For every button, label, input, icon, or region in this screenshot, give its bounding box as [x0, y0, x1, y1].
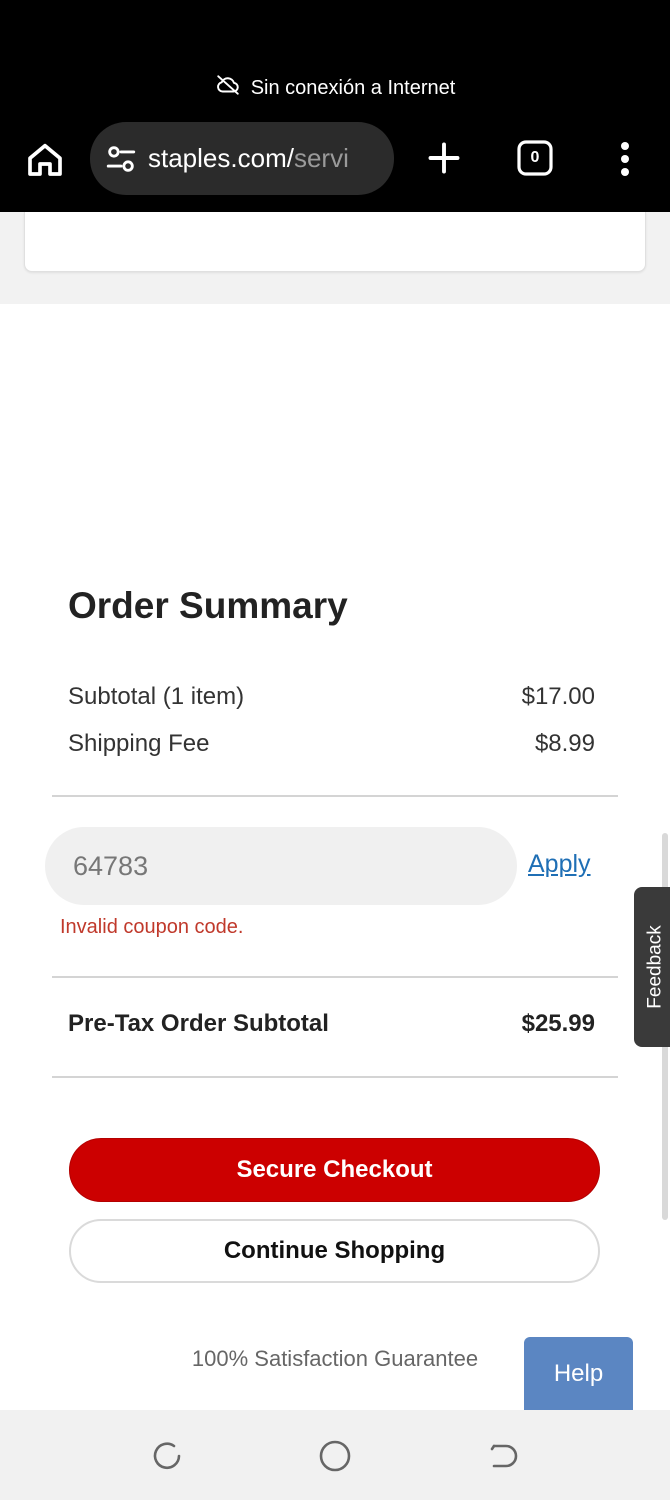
- pretax-label: Pre-Tax Order Subtotal: [68, 1010, 329, 1037]
- shipping-value: $8.99: [534, 730, 595, 757]
- tab-count: 0: [530, 149, 540, 166]
- shipping-row: Shipping Fee $8.99: [68, 730, 595, 758]
- system-back-button[interactable]: [484, 1438, 520, 1474]
- pretax-subtotal-row: Pre-Tax Order Subtotal $25.99: [68, 1010, 595, 1038]
- new-tab-button[interactable]: [424, 138, 464, 178]
- divider: [52, 795, 618, 797]
- back-icon: [490, 1444, 518, 1468]
- tab-switcher-button[interactable]: 0: [516, 139, 554, 177]
- cloud-off-icon: [215, 72, 241, 104]
- more-vert-icon: [621, 142, 629, 176]
- browser-menu-button[interactable]: [608, 136, 642, 182]
- offline-text: Sin conexión a Internet: [250, 76, 456, 99]
- divider: [52, 976, 618, 978]
- subtotal-label: Subtotal (1 item): [68, 683, 245, 710]
- secure-checkout-button[interactable]: Secure Checkout: [69, 1138, 600, 1202]
- site-settings-icon[interactable]: [104, 142, 138, 176]
- address-bar[interactable]: staples.com/servi: [90, 122, 394, 195]
- browser-toolbar: Sin conexión a Internet staples.com/serv…: [0, 0, 670, 212]
- feedback-label: Feedback: [645, 925, 667, 1009]
- divider: [52, 1076, 618, 1078]
- content-card: [24, 212, 646, 272]
- shipping-label: Shipping Fee: [68, 730, 210, 757]
- url-text[interactable]: staples.com/servi: [148, 143, 349, 174]
- apply-coupon-link[interactable]: Apply: [528, 850, 591, 879]
- coupon-error-message: Invalid coupon code.: [60, 916, 244, 938]
- offline-banner: Sin conexión a Internet: [0, 72, 670, 104]
- plus-icon: [428, 142, 460, 174]
- recent-apps-button[interactable]: [150, 1438, 186, 1474]
- home-button[interactable]: [22, 136, 68, 182]
- pretax-value: $25.99: [521, 1010, 595, 1037]
- home-icon: [28, 143, 62, 176]
- recent-apps-icon: [153, 1442, 181, 1470]
- continue-shopping-button[interactable]: Continue Shopping: [69, 1219, 600, 1283]
- help-button[interactable]: Help: [524, 1337, 633, 1410]
- subtotal-value: $17.00: [521, 683, 595, 710]
- subtotal-row: Subtotal (1 item) $17.00: [68, 683, 595, 711]
- feedback-tab[interactable]: Feedback: [634, 887, 670, 1047]
- system-home-button[interactable]: [317, 1438, 353, 1474]
- circle-home-icon: [319, 1440, 351, 1472]
- coupon-code-input[interactable]: [45, 827, 517, 905]
- order-summary-title: Order Summary: [68, 585, 348, 626]
